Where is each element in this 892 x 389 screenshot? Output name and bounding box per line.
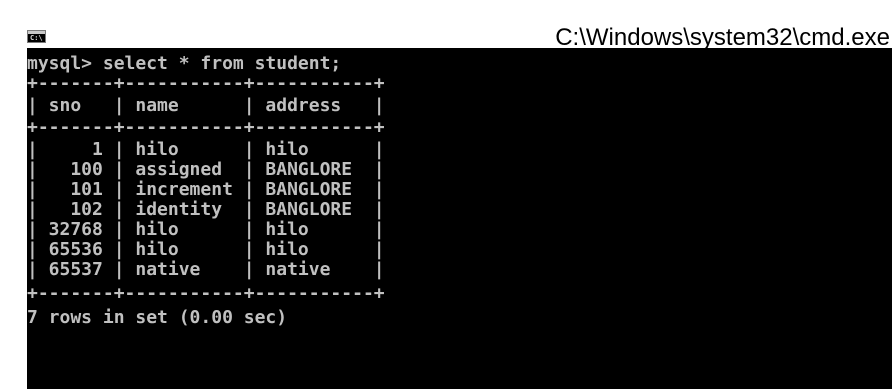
table-border-middle: +-------+-----------+-----------+: [27, 117, 385, 138]
table-row: | 100 | assigned | BANGLORE |: [27, 159, 385, 180]
table-row: | 32768 | hilo | hilo |: [27, 219, 385, 240]
result-summary-line: 7 rows in set (0.00 sec): [27, 307, 288, 328]
cmd-console-icon[interactable]: C:\: [27, 30, 46, 43]
table-header-row: | sno | name | address |: [27, 95, 385, 116]
console-output[interactable]: mysql> select * from student; +-------+-…: [27, 48, 892, 389]
table-border-top: +-------+-----------+-----------+: [27, 73, 385, 94]
table-row: | 101 | increment | BANGLORE |: [27, 179, 385, 200]
icon-glyph: C:\: [30, 34, 43, 42]
command-prompt-line: mysql> select * from student;: [27, 53, 342, 74]
table-row: | 65537 | native | native |: [27, 259, 385, 280]
table-row: | 1 | hilo | hilo |: [27, 139, 385, 160]
table-row: | 102 | identity | BANGLORE |: [27, 199, 385, 220]
table-row: | 65536 | hilo | hilo |: [27, 239, 385, 260]
title-bar[interactable]: C:\ C:\Windows\system32\cmd.exe: [0, 0, 892, 51]
cmd-window: C:\ C:\Windows\system32\cmd.exe mysql> s…: [0, 0, 892, 389]
table-border-bottom: +-------+-----------+-----------+: [27, 283, 385, 304]
